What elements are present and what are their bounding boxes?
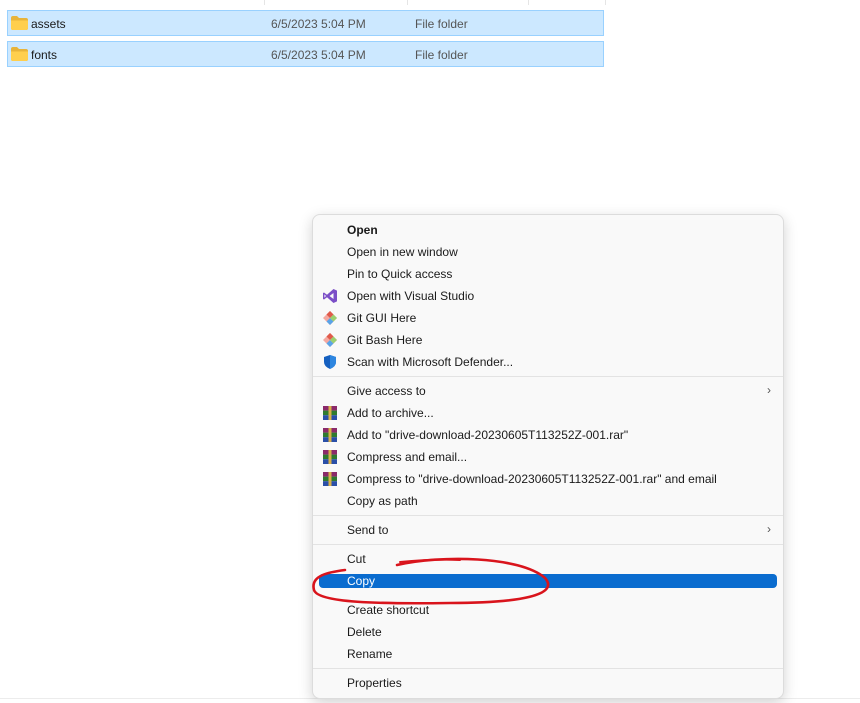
- winrar-icon: [323, 428, 337, 442]
- menu-item-label: Give access to: [347, 384, 426, 398]
- context-menu: Open Open in new window Pin to Quick acc…: [312, 214, 784, 699]
- file-type: File folder: [415, 48, 468, 62]
- menu-item-label: Open with Visual Studio: [347, 289, 475, 303]
- file-explorer-window: assets 6/5/2023 5:04 PM File folder font…: [0, 0, 860, 703]
- menu-item-label: Send to: [347, 523, 389, 537]
- menu-item-open[interactable]: Open: [319, 219, 777, 241]
- menu-item-properties[interactable]: Properties: [319, 672, 777, 694]
- menu-item-git-gui[interactable]: Git GUI Here: [319, 307, 777, 329]
- folder-icon: [11, 47, 28, 61]
- menu-item-label: Rename: [347, 647, 393, 661]
- menu-item-label: Copy as path: [347, 494, 418, 508]
- menu-item-label: Delete: [347, 625, 382, 639]
- menu-item-label: Open in new window: [347, 245, 458, 259]
- file-row-fonts[interactable]: fonts 6/5/2023 5:04 PM File folder: [7, 41, 604, 67]
- file-row-assets[interactable]: assets 6/5/2023 5:04 PM File folder: [7, 10, 604, 36]
- menu-item-create-shortcut[interactable]: Create shortcut: [319, 599, 777, 621]
- menu-item-label: Git GUI Here: [347, 311, 417, 325]
- menu-separator: [313, 668, 783, 669]
- git-gui-icon: [323, 311, 337, 325]
- file-name: fonts: [31, 48, 58, 62]
- column-separator[interactable]: [264, 0, 265, 5]
- menu-item-compress-rar-email[interactable]: Compress to "drive-download-20230605T113…: [319, 468, 777, 490]
- shield-icon: [324, 355, 336, 369]
- menu-item-scan-defender[interactable]: Scan with Microsoft Defender...: [319, 351, 777, 373]
- menu-item-open-new-window[interactable]: Open in new window: [319, 241, 777, 263]
- menu-item-git-bash[interactable]: Git Bash Here: [319, 329, 777, 351]
- menu-separator: [313, 515, 783, 516]
- chevron-right-icon: ›: [767, 383, 771, 397]
- menu-item-label: Add to archive...: [347, 406, 434, 420]
- menu-item-label: Copy: [347, 574, 376, 588]
- file-type: File folder: [415, 17, 468, 31]
- menu-item-cut[interactable]: Cut: [319, 548, 777, 570]
- menu-separator: [313, 544, 783, 545]
- winrar-icon: [323, 450, 337, 464]
- menu-item-pin-quick-access[interactable]: Pin to Quick access: [319, 263, 777, 285]
- folder-icon: [11, 16, 28, 30]
- menu-item-add-to-rar[interactable]: Add to "drive-download-20230605T113252Z-…: [319, 424, 777, 446]
- chevron-right-icon: ›: [767, 522, 771, 536]
- menu-item-label: Compress and email...: [347, 450, 468, 464]
- menu-item-label: Git Bash Here: [347, 333, 423, 347]
- menu-item-send-to[interactable]: Send to ›: [319, 519, 777, 541]
- file-date: 6/5/2023 5:04 PM: [271, 17, 366, 31]
- column-separator[interactable]: [605, 0, 606, 5]
- menu-item-copy-path[interactable]: Copy as path: [319, 490, 777, 512]
- menu-item-add-archive[interactable]: Add to archive...: [319, 402, 777, 424]
- menu-item-label: Properties: [347, 676, 402, 690]
- column-separator[interactable]: [407, 0, 408, 5]
- menu-item-label: Create shortcut: [347, 603, 430, 617]
- menu-item-label: Open: [347, 223, 378, 237]
- winrar-icon: [323, 406, 337, 420]
- winrar-icon: [323, 472, 337, 486]
- menu-item-label: Pin to Quick access: [347, 267, 453, 281]
- menu-item-copy[interactable]: Copy: [319, 574, 777, 588]
- menu-item-give-access[interactable]: Give access to ›: [319, 380, 777, 402]
- menu-item-label: Add to "drive-download-20230605T113252Z-…: [347, 428, 629, 442]
- menu-item-label: Compress to "drive-download-20230605T113…: [347, 472, 717, 486]
- menu-item-compress-email[interactable]: Compress and email...: [319, 446, 777, 468]
- menu-item-rename[interactable]: Rename: [319, 643, 777, 665]
- visual-studio-icon: [323, 289, 337, 303]
- git-bash-icon: [323, 333, 337, 347]
- menu-item-open-visual-studio[interactable]: Open with Visual Studio: [319, 285, 777, 307]
- menu-item-delete[interactable]: Delete: [319, 621, 777, 643]
- file-name: assets: [31, 17, 66, 31]
- column-separator[interactable]: [528, 0, 529, 5]
- file-date: 6/5/2023 5:04 PM: [271, 48, 366, 62]
- menu-item-label: Cut: [347, 552, 366, 566]
- menu-separator: [313, 376, 783, 377]
- menu-item-label: Scan with Microsoft Defender...: [347, 355, 514, 369]
